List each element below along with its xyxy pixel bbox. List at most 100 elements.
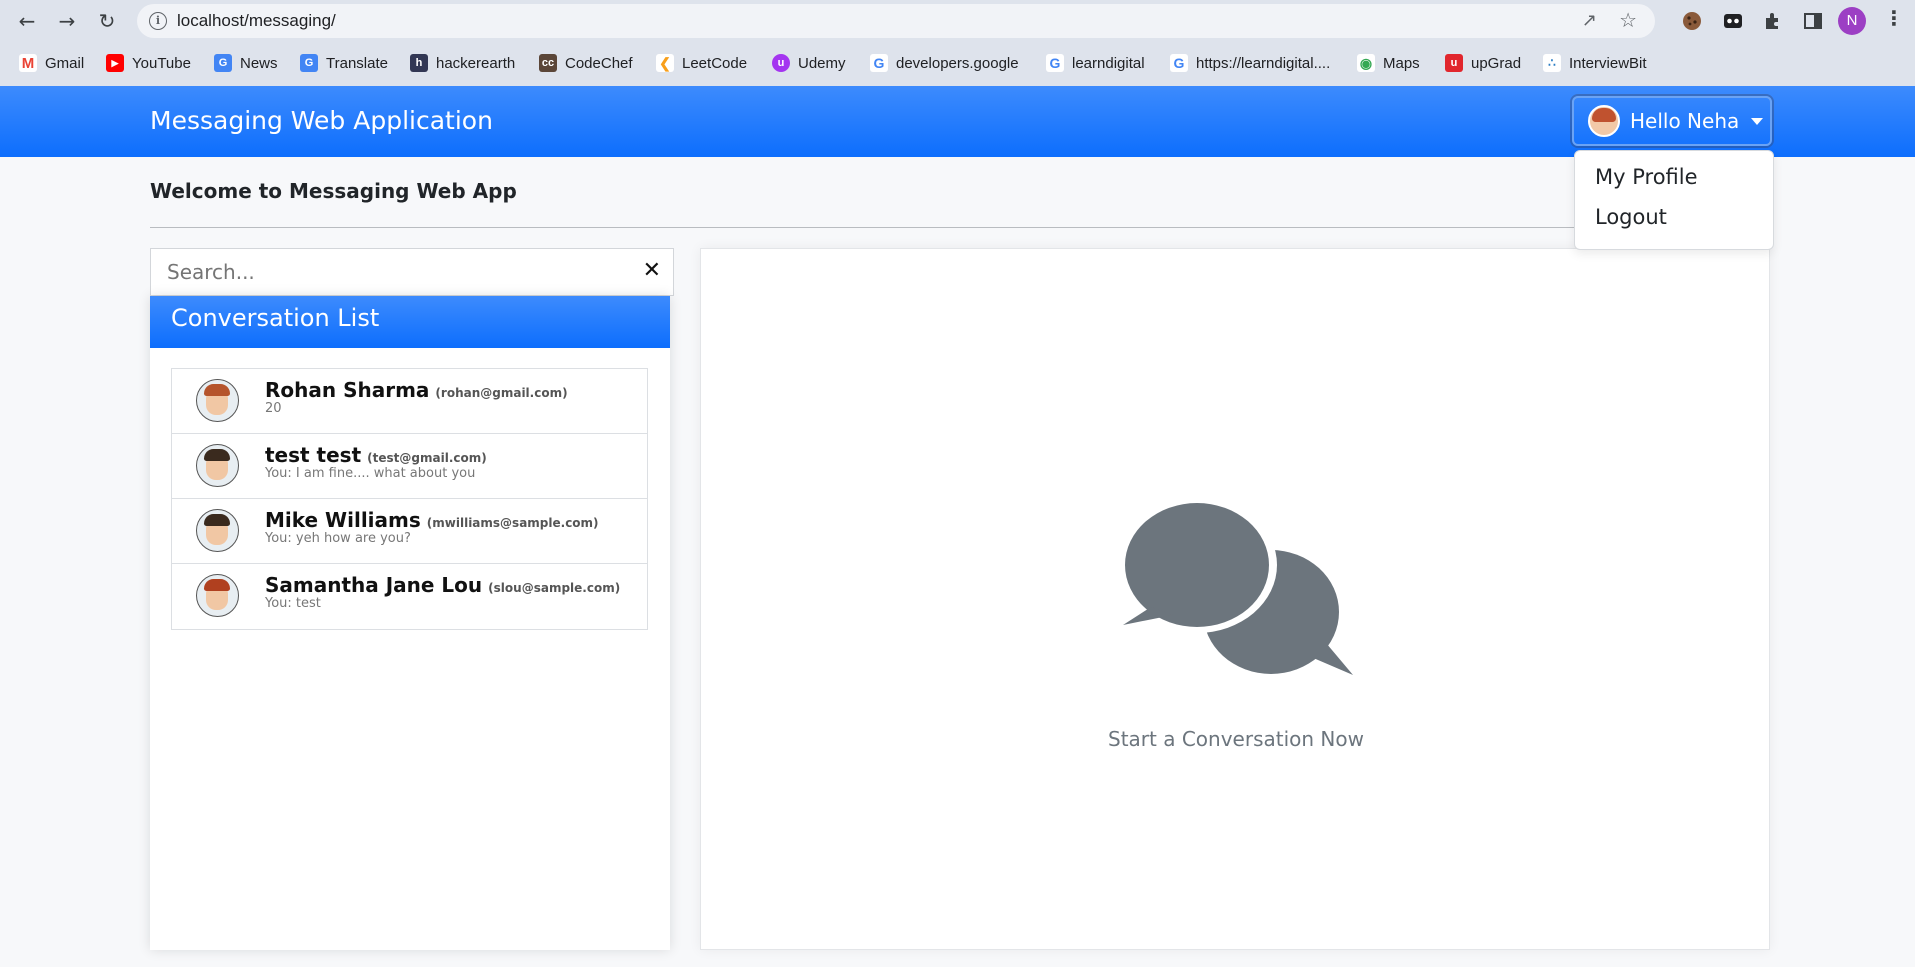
bookmark-maps[interactable]: ◉ Maps bbox=[1357, 52, 1420, 74]
avatar-hair bbox=[204, 514, 230, 526]
bookmark-label: Translate bbox=[326, 54, 388, 72]
incognito-extension-icon[interactable] bbox=[1720, 8, 1746, 34]
contact-name: Rohan Sharma (rohan@gmail.com) bbox=[265, 378, 568, 402]
bookmark-learndigital-url[interactable]: Ghttps://learndigital.... bbox=[1170, 52, 1330, 74]
conversation-item[interactable]: Rohan Sharma (rohan@gmail.com) 20 bbox=[172, 369, 647, 434]
bookmarks-bar: M Gmail ▶ YouTube G News G Translate h hacker… bbox=[0, 48, 1915, 78]
bookmark-label: Gmail bbox=[45, 54, 85, 72]
bookmark-label: Maps bbox=[1383, 54, 1420, 72]
divider bbox=[150, 227, 1770, 228]
menu-item-my-profile[interactable]: My Profile bbox=[1595, 165, 1698, 189]
bookmark-label: upGrad bbox=[1471, 54, 1522, 72]
bookmark-upgrad[interactable]: u upGrad bbox=[1445, 52, 1521, 74]
forward-arrow-icon[interactable]: → bbox=[52, 6, 82, 36]
bookmark-label: hackerearth bbox=[436, 54, 516, 72]
contact-name-text: Mike Williams bbox=[265, 508, 421, 532]
user-greeting: Hello Neha bbox=[1630, 109, 1740, 133]
welcome-heading: Welcome to Messaging Web App bbox=[150, 179, 517, 203]
contact-avatar bbox=[196, 574, 239, 617]
bookmark-gmail[interactable]: M Gmail bbox=[19, 52, 84, 74]
contact-name-text: Samantha Jane Lou bbox=[265, 573, 483, 597]
conversation-item[interactable]: test test (test@gmail.com) You: I am fine… bbox=[172, 434, 647, 499]
bookmark-label: News bbox=[240, 54, 278, 72]
contact-name-text: test test bbox=[265, 443, 362, 467]
address-bar[interactable]: i localhost/messaging/ ↗ ☆ bbox=[137, 4, 1655, 38]
bookmark-hackerearth[interactable]: h hackerearth bbox=[410, 52, 515, 74]
profile-avatar-icon[interactable]: N bbox=[1838, 7, 1866, 35]
contact-avatar bbox=[196, 509, 239, 552]
browser-chrome: ← → ↻ i localhost/messaging/ ↗ ☆ N ⋮ M Gm… bbox=[0, 0, 1915, 86]
bookmark-label: developers.google bbox=[896, 54, 1019, 72]
youtube-icon: ▶ bbox=[106, 54, 124, 72]
search-input[interactable] bbox=[151, 249, 621, 295]
puzzle-extensions-icon[interactable] bbox=[1760, 8, 1786, 34]
hackerearth-icon: h bbox=[410, 54, 428, 72]
bookmark-label: Udemy bbox=[798, 54, 846, 72]
empty-state-text: Start a Conversation Now bbox=[1108, 727, 1364, 751]
bookmark-udemy[interactable]: u Udemy bbox=[772, 52, 846, 74]
news-icon: G bbox=[214, 54, 232, 72]
reload-icon[interactable]: ↻ bbox=[92, 6, 122, 36]
bookmark-codechef[interactable]: cc CodeChef bbox=[539, 52, 633, 74]
user-menu-toggle[interactable]: Hello Neha bbox=[1572, 96, 1772, 146]
bookmark-youtube[interactable]: ▶ YouTube bbox=[106, 52, 191, 74]
cookie-extension-icon[interactable] bbox=[1679, 8, 1705, 34]
app-brand[interactable]: Messaging Web Application bbox=[150, 106, 493, 135]
search-box: ✕ bbox=[150, 248, 674, 296]
chat-panel: Start a Conversation Now bbox=[700, 248, 1770, 950]
google-icon: G bbox=[1046, 54, 1064, 72]
avatar-hair bbox=[204, 384, 230, 396]
leetcode-icon: ❮ bbox=[656, 54, 674, 72]
last-message: You: I am fine.... what about you bbox=[265, 466, 476, 481]
codechef-icon: cc bbox=[539, 54, 557, 72]
contact-name: Mike Williams (mwilliams@sample.com) bbox=[265, 508, 599, 532]
last-message: You: test bbox=[265, 596, 321, 611]
bookmark-label: learndigital bbox=[1072, 54, 1145, 72]
gmail-icon: M bbox=[19, 54, 37, 72]
site-info-icon[interactable]: i bbox=[149, 12, 167, 30]
address-row: ← → ↻ i localhost/messaging/ ↗ ☆ N ⋮ bbox=[0, 0, 1915, 42]
bookmark-label: CodeChef bbox=[565, 54, 633, 72]
last-message: 20 bbox=[265, 401, 282, 416]
bookmark-leetcode[interactable]: ❮ LeetCode bbox=[656, 52, 747, 74]
contact-name: Samantha Jane Lou (slou@sample.com) bbox=[265, 573, 620, 597]
avatar-hair bbox=[204, 579, 230, 591]
bookmark-label: https://learndigital.... bbox=[1196, 54, 1331, 72]
contact-name: test test (test@gmail.com) bbox=[265, 443, 487, 467]
bookmark-label: LeetCode bbox=[682, 54, 748, 72]
contact-avatar bbox=[196, 379, 239, 422]
conversation-item[interactable]: Mike Williams (mwilliams@sample.com) You:… bbox=[172, 499, 647, 564]
clear-search-icon[interactable]: ✕ bbox=[643, 258, 661, 283]
side-panel-icon[interactable] bbox=[1800, 8, 1826, 34]
caret-down-icon bbox=[1751, 117, 1764, 125]
conversation-item[interactable]: Samantha Jane Lou (slou@sample.com) You: … bbox=[172, 564, 647, 629]
bookmark-developers-google[interactable]: Gdevelopers.google bbox=[870, 52, 1019, 74]
bookmark-star-icon[interactable]: ☆ bbox=[1619, 8, 1637, 32]
share-icon[interactable]: ↗ bbox=[1582, 10, 1597, 31]
back-arrow-icon[interactable]: ← bbox=[12, 6, 42, 36]
user-dropdown-menu: My Profile Logout bbox=[1574, 150, 1774, 250]
maps-icon: ◉ bbox=[1357, 54, 1375, 72]
avatar-hair bbox=[204, 449, 230, 461]
bookmark-translate[interactable]: G Translate bbox=[300, 52, 388, 74]
address-url[interactable]: localhost/messaging/ bbox=[177, 11, 336, 31]
app-navbar: Messaging Web Application Hello Neha bbox=[0, 86, 1915, 157]
bookmark-news[interactable]: G News bbox=[214, 52, 278, 74]
bookmark-learndigital[interactable]: Glearndigital bbox=[1046, 52, 1145, 74]
interviewbit-icon: ∴ bbox=[1543, 54, 1561, 72]
contact-email: (mwilliams@sample.com) bbox=[426, 516, 599, 530]
contact-email: (test@gmail.com) bbox=[367, 451, 487, 465]
chat-bubbles-icon bbox=[1121, 497, 1353, 675]
menu-item-logout[interactable]: Logout bbox=[1595, 205, 1667, 229]
google-icon: G bbox=[1170, 54, 1188, 72]
browser-menu-icon[interactable]: ⋮ bbox=[1884, 6, 1904, 30]
contact-email: (rohan@gmail.com) bbox=[435, 386, 568, 400]
bookmark-interviewbit[interactable]: ∴ InterviewBit bbox=[1543, 52, 1647, 74]
bookmark-label: InterviewBit bbox=[1569, 54, 1647, 72]
google-icon: G bbox=[870, 54, 888, 72]
contact-email: (slou@sample.com) bbox=[488, 581, 621, 595]
page-body: Welcome to Messaging Web App ✕ Conversat… bbox=[0, 157, 1915, 967]
udemy-icon: u bbox=[772, 54, 790, 72]
conversation-list: Rohan Sharma (rohan@gmail.com) 20 test te… bbox=[171, 368, 648, 630]
upgrad-icon: u bbox=[1445, 54, 1463, 72]
